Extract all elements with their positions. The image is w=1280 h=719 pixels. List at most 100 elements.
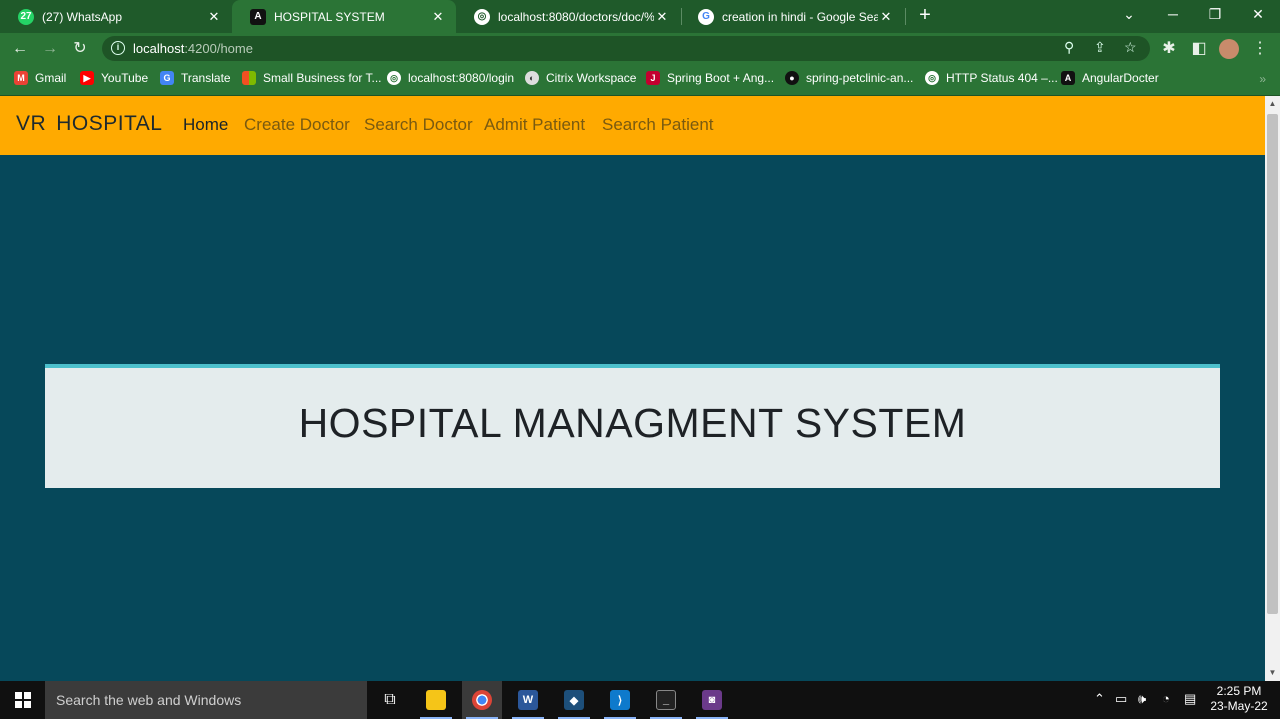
nav-admit-patient[interactable]: Admit Patient xyxy=(484,115,585,135)
taskbar-file-explorer[interactable] xyxy=(416,681,456,719)
citrix-icon: ◐ xyxy=(525,71,539,85)
bookmark-label: YouTube xyxy=(101,71,149,85)
zoom-icon[interactable]: ⚲ xyxy=(1064,39,1074,56)
navbar-brand[interactable]: VR HOSPITAL xyxy=(16,112,163,136)
close-icon[interactable]: ✕ xyxy=(430,9,446,25)
close-icon[interactable]: ✕ xyxy=(654,9,670,25)
reload-icon[interactable]: ↻ xyxy=(68,37,92,61)
taskbar-chrome[interactable] xyxy=(462,681,502,719)
bookmark-label: Gmail xyxy=(35,71,67,85)
microsoft-icon xyxy=(242,71,256,85)
taskbar-terminal[interactable]: _ xyxy=(646,681,686,719)
page-title: HOSPITAL MANAGMENT SYSTEM xyxy=(298,400,967,446)
notification-icon[interactable]: ▤ xyxy=(1184,691,1196,707)
globe-icon: ◎ xyxy=(474,8,490,25)
whatsapp-icon: 27 xyxy=(18,8,34,25)
bookmark-translate[interactable]: G Translate xyxy=(160,71,231,85)
taskbar-app[interactable]: ◙ xyxy=(692,681,732,719)
close-icon[interactable]: ✕ xyxy=(206,9,222,25)
globe-icon: ◎ xyxy=(925,71,939,85)
tab-title: (27) WhatsApp xyxy=(42,9,123,24)
brand-name: HOSPITAL xyxy=(56,112,163,135)
github-icon: ● xyxy=(785,71,799,85)
browser-tab-strip: 27 (27) WhatsApp ✕ A HOSPITAL SYSTEM ✕ ◎… xyxy=(0,0,1280,33)
bookmark-angular-docter[interactable]: A AngularDocter xyxy=(1061,71,1159,85)
bookmark-citrix[interactable]: ◐ Citrix Workspace xyxy=(525,71,636,85)
tab-google-search[interactable]: G creation in hindi - Google Search ✕ xyxy=(680,0,904,33)
bookmark-youtube[interactable]: ▶ YouTube xyxy=(80,71,148,85)
folder-icon xyxy=(426,690,446,710)
bookmark-gmail[interactable]: M Gmail xyxy=(14,71,66,85)
database-icon: ◆ xyxy=(564,690,584,710)
bookmark-small-business[interactable]: Small Business for T... xyxy=(242,71,382,85)
bookmark-localhost-login[interactable]: ◎ localhost:8080/login xyxy=(387,71,514,85)
taskbar-search-placeholder: Search the web and Windows xyxy=(56,692,242,708)
address-bar[interactable]: i localhost:4200/home ⚲ ⇪ ☆ xyxy=(102,36,1150,61)
vscode-icon: ⟩ xyxy=(610,690,630,710)
vertical-scrollbar[interactable]: ▲ ▼ xyxy=(1265,96,1280,681)
tab-separator xyxy=(905,8,906,25)
nav-search-doctor[interactable]: Search Doctor xyxy=(364,115,473,135)
chevron-up-icon[interactable]: ⌃ xyxy=(1094,691,1105,707)
minimize-button[interactable]: ─ xyxy=(1151,0,1195,30)
page-viewport: VR HOSPITAL Home Create Doctor Search Doc… xyxy=(0,96,1265,681)
restore-button[interactable]: ❐ xyxy=(1193,0,1237,30)
bookmark-petclinic[interactable]: ● spring-petclinic-an... xyxy=(785,71,913,85)
url-text[interactable]: localhost:4200/home xyxy=(133,41,253,56)
task-view-icon: ⧉ xyxy=(384,691,396,708)
bookmark-label: Translate xyxy=(181,71,231,85)
taskbar-search-box[interactable]: Search the web and Windows xyxy=(45,681,367,719)
gmail-icon: M xyxy=(14,71,28,85)
tab-hospital-system[interactable]: A HOSPITAL SYSTEM ✕ xyxy=(232,0,456,33)
bookmark-spring-boot[interactable]: J Spring Boot + Ang... xyxy=(646,71,774,85)
chevron-down-icon[interactable]: ⌄ xyxy=(1107,0,1151,30)
bookmark-http-404[interactable]: ◎ HTTP Status 404 –... xyxy=(925,71,1058,85)
start-button[interactable] xyxy=(0,681,45,719)
side-panel-icon[interactable]: ◧ xyxy=(1187,37,1211,61)
new-tab-button[interactable]: + xyxy=(912,4,938,28)
close-window-button[interactable]: ✕ xyxy=(1236,0,1280,30)
bookmark-label: Spring Boot + Ang... xyxy=(667,71,775,85)
share-icon[interactable]: ⇪ xyxy=(1094,39,1106,56)
bookmark-star-icon[interactable]: ☆ xyxy=(1124,39,1137,56)
volume-icon[interactable]: 🕪 xyxy=(1138,691,1146,707)
taskbar-vscode[interactable]: ⟩ xyxy=(600,681,640,719)
extensions-icon[interactable]: ✱ xyxy=(1157,37,1181,61)
spring-icon: J xyxy=(646,71,660,85)
jumbotron: HOSPITAL MANAGMENT SYSTEM xyxy=(45,364,1220,488)
tab-whatsapp[interactable]: 27 (27) WhatsApp ✕ xyxy=(0,0,232,33)
forward-arrow-icon[interactable]: → xyxy=(38,37,62,61)
battery-icon[interactable]: ▭ xyxy=(1115,691,1127,707)
tab-title: HOSPITAL SYSTEM xyxy=(274,9,385,24)
chrome-icon xyxy=(472,690,492,710)
scroll-thumb[interactable] xyxy=(1267,114,1278,614)
browser-toolbar: ← → ↻ i localhost:4200/home ⚲ ⇪ ☆ ✱ ◧ ⋮ xyxy=(0,33,1280,64)
url-host: localhost xyxy=(133,41,185,56)
taskbar-sql-tool[interactable]: ◆ xyxy=(554,681,594,719)
bookmarks-overflow-icon[interactable]: » xyxy=(1259,72,1266,86)
tab-title: creation in hindi - Google Search xyxy=(722,9,878,24)
info-icon[interactable]: i xyxy=(111,41,125,55)
menu-kebab-icon[interactable]: ⋮ xyxy=(1248,37,1272,61)
close-icon[interactable]: ✕ xyxy=(878,9,894,25)
nav-search-patient[interactable]: Search Patient xyxy=(602,115,714,135)
tab-localhost-doctors[interactable]: ◎ localhost:8080/doctors/doc/%7B ✕ xyxy=(456,0,680,33)
windows-logo-icon xyxy=(14,692,31,708)
back-arrow-icon[interactable]: ← xyxy=(8,37,32,61)
taskbar-word[interactable]: W xyxy=(508,681,548,719)
taskbar-clock[interactable]: 2:25 PM 23-May-22 xyxy=(1206,684,1272,714)
angular-icon: A xyxy=(1061,71,1075,85)
wifi-icon[interactable]: ◔ xyxy=(1162,691,1170,706)
navbar: VR HOSPITAL Home Create Doctor Search Doc… xyxy=(0,96,1265,155)
scroll-up-arrow-icon[interactable]: ▲ xyxy=(1265,96,1280,112)
translate-icon: G xyxy=(160,71,174,85)
youtube-icon: ▶ xyxy=(80,71,94,85)
task-view-button[interactable]: ⧉ xyxy=(370,681,410,719)
bookmark-label: Small Business for T... xyxy=(263,71,382,85)
scroll-down-arrow-icon[interactable]: ▼ xyxy=(1265,665,1280,681)
nav-create-doctor[interactable]: Create Doctor xyxy=(244,115,350,135)
profile-avatar[interactable] xyxy=(1217,37,1241,61)
brand-vr: VR xyxy=(16,112,47,135)
bookmark-label: spring-petclinic-an... xyxy=(806,71,914,85)
nav-home[interactable]: Home xyxy=(183,115,228,135)
